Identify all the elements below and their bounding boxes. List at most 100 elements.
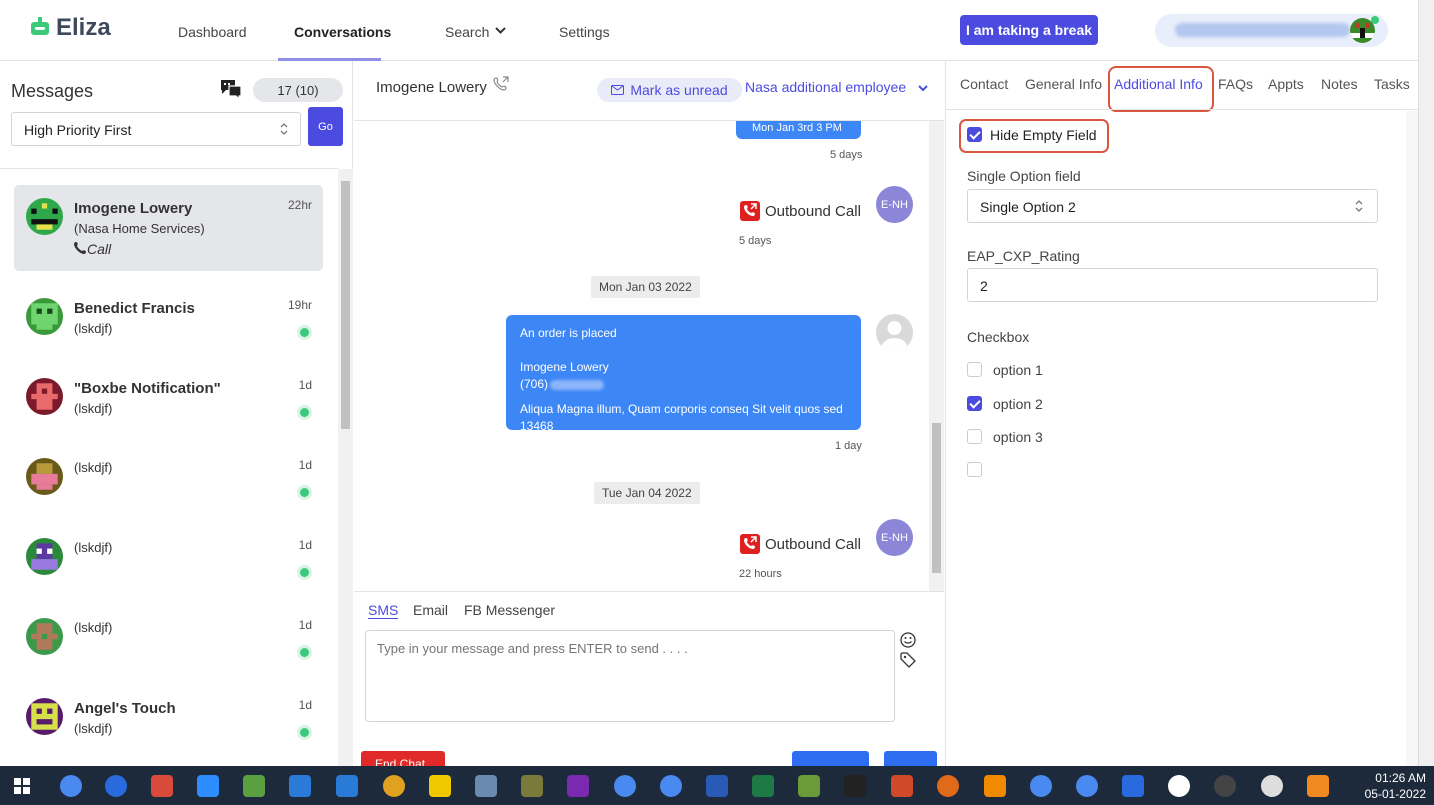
tab-tasks[interactable]: Tasks — [1374, 76, 1410, 92]
emoji-icon[interactable] — [900, 632, 916, 648]
top-header: Eliza Dashboard Conversations Search Set… — [0, 0, 1418, 61]
mark-unread-label: Mark as unread — [630, 82, 728, 98]
firefox-icon[interactable] — [937, 775, 959, 797]
conversation-company: (lskdjf) — [74, 460, 113, 475]
online-status-dot — [300, 728, 309, 737]
conversation-item[interactable]: (lskdjf) 1d — [14, 525, 323, 611]
app-logo[interactable]: Eliza — [30, 14, 111, 42]
app-icon[interactable] — [1168, 775, 1190, 797]
chrome-icon[interactable] — [60, 775, 82, 797]
chrome-icon[interactable] — [614, 775, 636, 797]
user-menu[interactable] — [1155, 14, 1388, 47]
chrome-icon[interactable] — [660, 775, 682, 797]
chevron-down-icon[interactable] — [495, 27, 506, 35]
vlc-icon[interactable] — [984, 775, 1006, 797]
go-button[interactable]: Go — [308, 107, 343, 146]
conversation-item[interactable]: Imogene Lowery (Nasa Home Services) 22hr… — [14, 185, 323, 271]
single-option-select[interactable]: Single Option 2 — [967, 189, 1378, 223]
outbound-call-icon — [740, 534, 760, 554]
date-separator: Mon Jan 03 2022 — [591, 276, 700, 298]
last-activity: Call — [74, 241, 111, 257]
mark-unread-button[interactable]: Mark as unread — [597, 78, 742, 102]
option-2-checkbox[interactable] — [967, 396, 982, 411]
zoom-icon[interactable] — [197, 775, 219, 797]
android-icon[interactable] — [243, 775, 265, 797]
divider — [0, 168, 338, 169]
sort-select[interactable]: High Priority First — [11, 112, 301, 146]
app-icon[interactable] — [105, 775, 127, 797]
tab-notes[interactable]: Notes — [1321, 76, 1358, 92]
nav-search[interactable]: Search — [445, 24, 489, 40]
scrollbar-thumb[interactable] — [341, 181, 350, 429]
mail-icon[interactable] — [289, 775, 311, 797]
tab-email[interactable]: Email — [413, 602, 448, 618]
app-icon[interactable] — [1261, 775, 1283, 797]
conversation-item[interactable]: Angel's Touch (lskdjf) 1d — [14, 685, 323, 771]
conversation-list-scrollbar[interactable] — [338, 169, 353, 766]
nav-settings[interactable]: Settings — [559, 24, 610, 40]
option-1-checkbox[interactable] — [967, 362, 982, 377]
online-status-dot — [300, 568, 309, 577]
conversation-item[interactable]: Benedict Francis (lskdjf) 19hr — [14, 285, 323, 371]
hide-empty-checkbox[interactable] — [967, 127, 982, 142]
windows-start-icon[interactable] — [14, 778, 30, 794]
break-button[interactable]: I am taking a break — [960, 15, 1098, 45]
conversation-time: 19hr — [287, 298, 312, 312]
avatar — [26, 618, 63, 655]
conversation-item[interactable]: "Boxbe Notification" (lskdjf) 1d — [14, 365, 323, 451]
calendar-icon[interactable] — [336, 775, 358, 797]
app-icon[interactable] — [844, 775, 866, 797]
powerpoint-icon[interactable] — [891, 775, 913, 797]
outbound-call-label: Outbound Call — [765, 535, 861, 553]
message-composer: SMS Email FB Messenger End Chat — [354, 591, 944, 771]
app-icon[interactable] — [798, 775, 820, 797]
conversation-item[interactable]: (lskdjf) 1d — [14, 605, 323, 691]
paint-icon[interactable] — [475, 775, 497, 797]
chrome-icon[interactable] — [1030, 775, 1052, 797]
call-icon[interactable] — [493, 76, 509, 92]
outbound-call-label: Outbound Call — [765, 202, 861, 220]
word-icon[interactable] — [706, 775, 728, 797]
chat-bubbles-icon[interactable] — [220, 79, 242, 99]
obs-icon[interactable] — [1214, 775, 1236, 797]
app-name: Eliza — [56, 14, 111, 41]
onenote-icon[interactable] — [567, 775, 589, 797]
checkbox-group-label: Checkbox — [967, 329, 1030, 345]
contact-name: Imogene Lowery — [376, 79, 487, 96]
online-status-dot — [1371, 16, 1379, 24]
nav-conversations[interactable]: Conversations — [294, 24, 391, 40]
tab-faqs[interactable]: FAQs — [1218, 76, 1253, 92]
chrome-icon[interactable] — [1076, 775, 1098, 797]
nav-dashboard[interactable]: Dashboard — [178, 24, 247, 40]
chrome-icon[interactable] — [383, 775, 405, 797]
tab-contact[interactable]: Contact — [960, 76, 1008, 92]
conversation-company: (lskdjf) — [74, 321, 113, 336]
conversation-time: 1d — [298, 618, 312, 632]
thread-scrollbar[interactable] — [929, 121, 944, 591]
option-3-checkbox[interactable] — [967, 429, 982, 444]
conversation-name: Benedict Francis — [74, 300, 195, 317]
miro-icon[interactable] — [429, 775, 451, 797]
tab-general-info[interactable]: General Info — [1025, 76, 1102, 92]
scrollbar-thumb[interactable] — [932, 423, 941, 573]
message-input[interactable] — [365, 630, 895, 722]
app-icon[interactable] — [1307, 775, 1329, 797]
empty-option-checkbox[interactable] — [967, 462, 982, 477]
tab-appts[interactable]: Appts — [1268, 76, 1304, 92]
window-scrollbar[interactable] — [1418, 0, 1434, 766]
employee-select[interactable]: Nasa additional employee — [745, 79, 928, 95]
app-icon[interactable] — [1122, 775, 1144, 797]
eliza-logo-icon — [31, 17, 49, 35]
tab-sms[interactable]: SMS — [368, 602, 399, 619]
conversation-item[interactable]: (lskdjf) 1d — [14, 445, 323, 531]
hide-empty-label: Hide Empty Field — [990, 127, 1097, 143]
select-arrows-icon — [1355, 200, 1363, 212]
excel-icon[interactable] — [752, 775, 774, 797]
avatar — [26, 378, 63, 415]
tag-icon[interactable] — [900, 652, 916, 668]
eap-rating-input[interactable]: 2 — [967, 268, 1378, 302]
tab-fb-messenger[interactable]: FB Messenger — [464, 602, 555, 618]
app-icon[interactable] — [151, 775, 173, 797]
app-icon[interactable] — [521, 775, 543, 797]
system-clock[interactable]: 01:26 AM 05-01-2022 — [1365, 770, 1426, 802]
